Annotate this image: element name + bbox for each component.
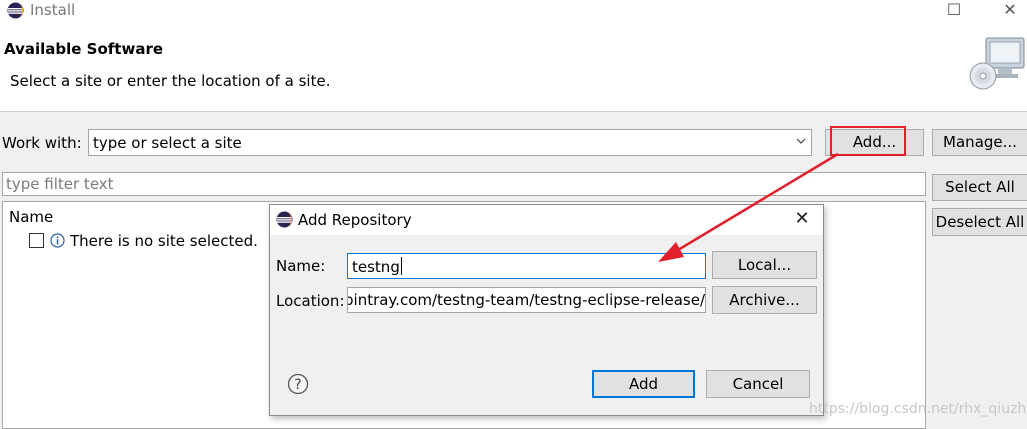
install-banner-icon [969, 37, 1025, 90]
select-all-button[interactable]: Select All [932, 174, 1027, 201]
local-button[interactable]: Local... [712, 251, 817, 279]
eclipse-icon [276, 211, 293, 228]
work-with-label: Work with: [2, 134, 82, 152]
tree-item-message: There is no site selected. [70, 232, 258, 250]
maximize-button[interactable]: ☐ [934, 0, 974, 22]
filter-input[interactable] [3, 173, 906, 195]
dialog-add-button[interactable]: Add [592, 370, 695, 398]
eclipse-icon [7, 2, 24, 19]
work-with-value: type or select a site [93, 134, 242, 152]
deselect-all-button[interactable]: Deselect All [932, 208, 1027, 236]
dialog-title: Add Repository [298, 211, 412, 229]
location-label: Location: [276, 292, 345, 310]
svg-text:?: ? [294, 377, 301, 393]
archive-button[interactable]: Archive... [712, 286, 817, 314]
help-icon[interactable]: ? [287, 373, 309, 395]
filter-box[interactable] [2, 172, 926, 196]
dialog-cancel-button[interactable]: Cancel [706, 370, 810, 398]
close-button[interactable]: ✕ [990, 0, 1027, 22]
name-value: testng [352, 258, 400, 276]
window-title: Install [30, 1, 76, 19]
watermark-text: https://blog.csdn.net/rhx_qiuzhi [809, 401, 1027, 417]
text-caret [400, 257, 402, 275]
wizard-header [0, 22, 1027, 112]
page-description: Select a site or enter the location of a… [10, 72, 331, 90]
name-label: Name: [276, 257, 326, 275]
manage-button[interactable]: Manage... [932, 129, 1027, 156]
chevron-down-icon[interactable] [796, 136, 806, 146]
location-field[interactable]: bintray.com/testng-team/testng-eclipse-r… [347, 287, 706, 313]
tree-column-name[interactable]: Name [9, 208, 53, 226]
info-icon [50, 233, 65, 248]
add-button-highlight [830, 126, 906, 156]
dialog-close-button[interactable]: ✕ [788, 206, 816, 232]
page-title: Available Software [4, 40, 164, 58]
location-value: bintray.com/testng-team/testng-eclipse-r… [347, 291, 706, 309]
title-bar [0, 0, 1027, 22]
tree-item-checkbox[interactable] [29, 233, 44, 248]
work-with-combo[interactable]: type or select a site [88, 129, 812, 156]
name-field[interactable]: testng [347, 253, 706, 279]
